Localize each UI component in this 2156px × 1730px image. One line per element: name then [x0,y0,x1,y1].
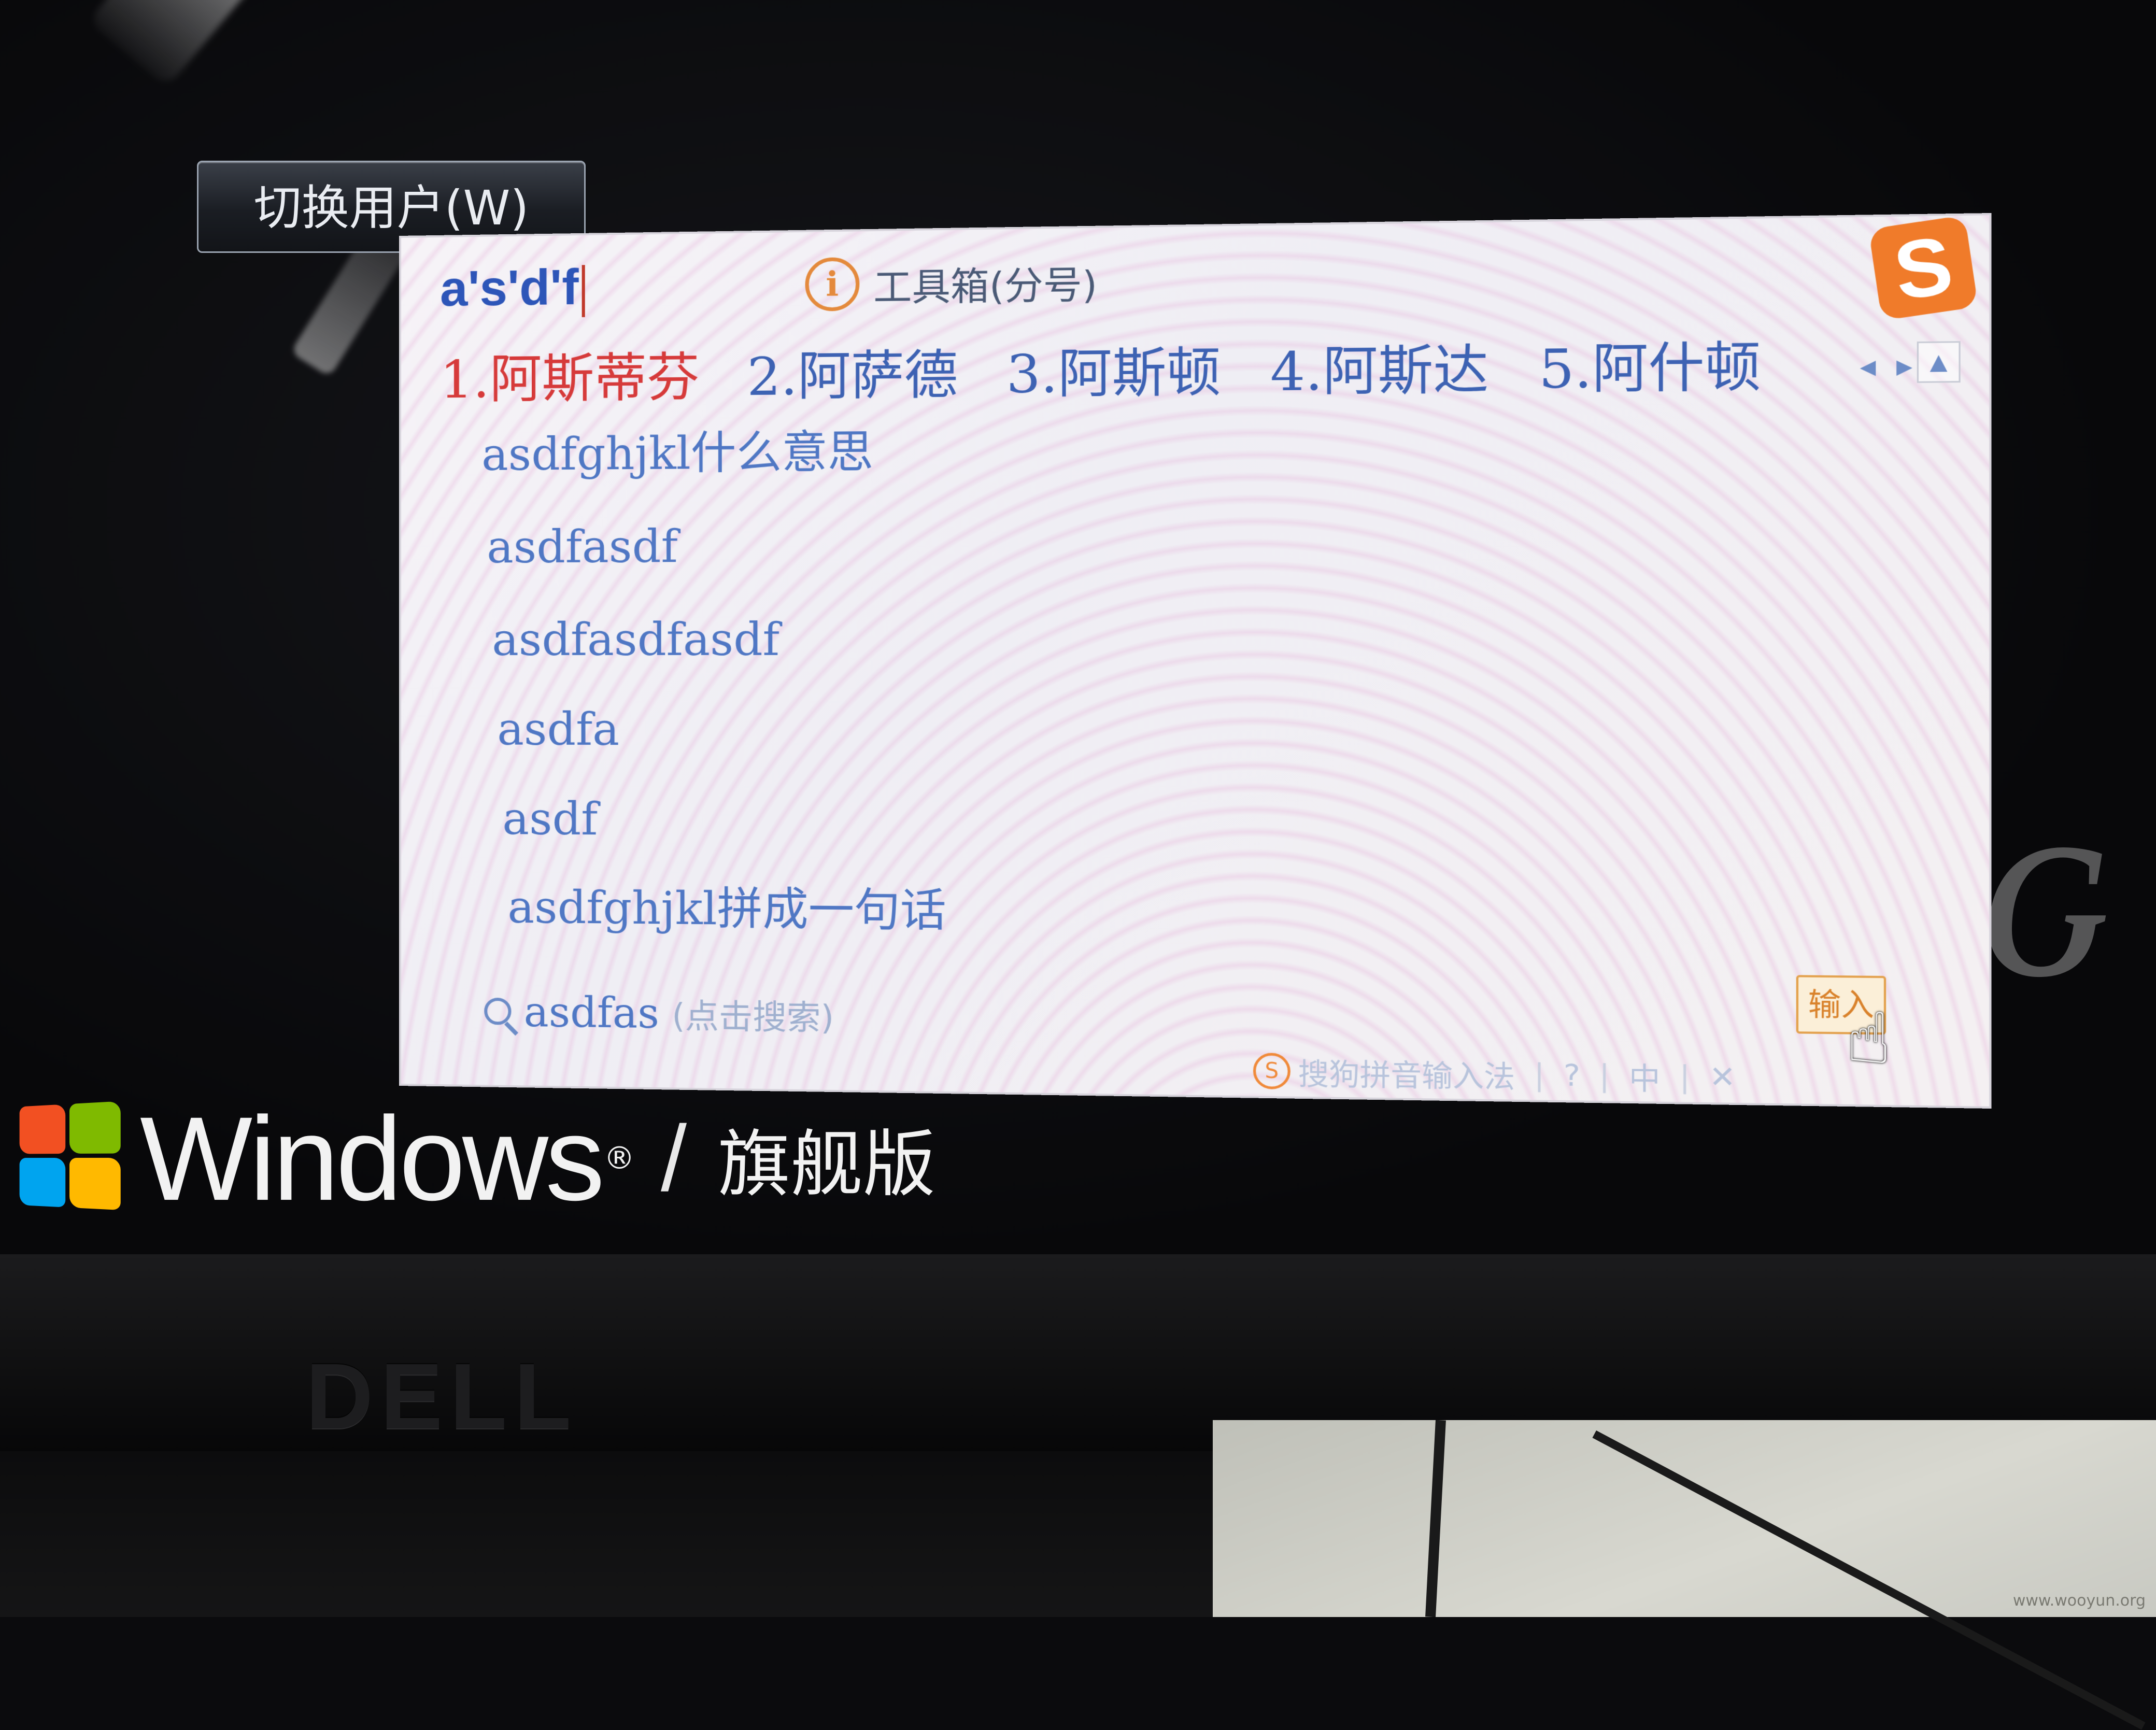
search-hint: (点击搜索) [672,997,834,1038]
windows-edition: 旗舰版 [718,1123,936,1207]
monitor-brand-logo: DELL [306,1344,578,1449]
edition-slash: / [661,1106,687,1211]
toolbox-label: 工具箱(分号) [873,262,1098,309]
candidate-item[interactable]: 4.阿斯达 [1270,326,1488,406]
language-toggle[interactable]: 中 [1629,1054,1661,1098]
suggestion-item[interactable]: asdfasdf [487,515,678,578]
hand-cursor-icon: ☝ [1846,997,1892,1080]
suggestion-item[interactable]: asdfghjkl拼成一句话 [507,876,946,943]
ime-status-bar: S 搜狗拼音输入法 | ? | 中 | ✕ [1253,1047,1736,1102]
candidate-item[interactable]: 5.阿什顿 [1539,323,1761,403]
windows-wordmark: Windows [140,1091,605,1225]
ime-candidate-window: a's'd'f i 工具箱(分号) S 1.阿斯蒂芬 2.阿萨德 3.阿斯顿 4… [399,212,1992,1109]
ime-name: 搜狗拼音输入法 [1298,1056,1515,1095]
background-decoration: ԍ [1980,736,2114,1026]
divider: | [1679,1059,1690,1095]
background-light-streak [88,0,354,88]
search-query: asdfas [523,987,660,1038]
next-page-icon[interactable]: ▸ [1889,343,1921,389]
monitor-stand-area [0,1451,1213,1617]
candidate-list: 1.阿斯蒂芬 2.阿萨德 3.阿斯顿 4.阿斯达 5.阿什顿 [440,324,1761,413]
divider: | [1599,1058,1610,1094]
desk-surface [1213,1420,2156,1617]
candidate-item[interactable]: 3.阿斯顿 [1006,329,1221,407]
web-search-link[interactable]: asdfas (点击搜索) [484,983,834,1044]
search-icon [484,997,512,1025]
toolbox-button[interactable]: i 工具箱(分号) [805,252,1098,314]
text-caret [581,264,585,317]
candidate-item[interactable]: 1.阿斯蒂芬 [440,334,699,413]
help-icon[interactable]: ? [1564,1057,1580,1093]
suggestion-item[interactable]: asdfa [497,698,619,761]
close-icon[interactable]: ✕ [1709,1059,1736,1095]
suggestion-item[interactable]: asdf [502,788,598,851]
divider: | [1534,1057,1545,1093]
suggestion-item[interactable]: asdfasdfasdf [492,608,779,672]
candidate-item[interactable]: 2.阿萨德 [747,332,958,410]
sogou-logo-icon[interactable]: S [1868,215,1979,321]
windows-logo-icon [19,1101,126,1216]
prev-page-icon[interactable]: ◂ [1852,344,1884,390]
collapse-up-icon[interactable]: ▲ [1917,341,1961,383]
registered-mark: ® [604,1140,635,1176]
pinyin-text: a's'd'f [440,259,579,317]
sogou-small-logo-icon: S [1253,1053,1290,1090]
info-icon: i [805,257,860,311]
suggestion-list: asdfghjkl什么意思 asdfasdf asdfasdfasdf asdf… [401,412,1989,938]
suggestion-item[interactable]: asdfghjkl什么意思 [481,421,873,486]
windows-branding: Windows ® / 旗舰版 [16,1092,936,1225]
lock-screen: ԍ 切换用户(W) a's'd'f i 工具箱(分号) S 1.阿斯蒂芬 2.阿… [0,0,2156,1275]
pinyin-input[interactable]: a's'd'f [440,256,585,320]
candidate-pager: ◂ ▸ [1847,336,1920,396]
watermark: www.wooyun.org [2012,1592,2146,1610]
